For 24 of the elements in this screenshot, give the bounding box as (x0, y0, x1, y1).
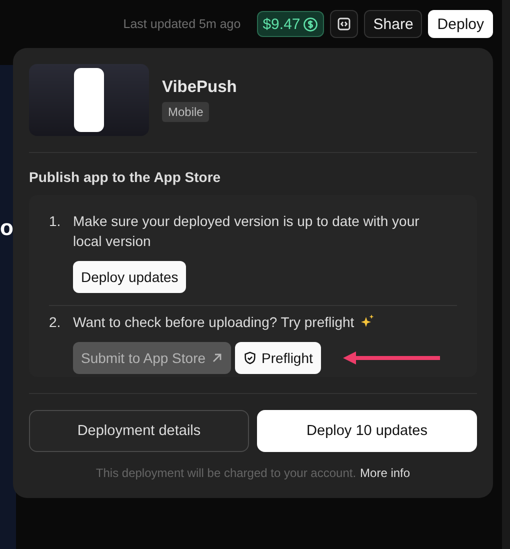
balance-badge[interactable]: $9.47 (256, 11, 324, 37)
code-button[interactable] (330, 10, 358, 38)
preflight-button[interactable]: Preflight (234, 342, 321, 374)
step-text: Want to check before uploading? Try preflight (73, 313, 354, 332)
background-text: o (0, 215, 14, 241)
arrow-up-right-icon (210, 352, 223, 364)
more-info-link[interactable]: More info (360, 466, 410, 480)
app-name: VibePush (162, 78, 237, 97)
deploy-updates-button[interactable]: Deploy 10 updates (257, 410, 477, 452)
step-number: 2. (49, 313, 62, 332)
step-number: 1. (49, 212, 62, 231)
platform-tag: Mobile (162, 102, 210, 122)
deploy-updates-button[interactable]: Deploy updates (73, 261, 186, 293)
shield-check-icon (242, 351, 257, 365)
phone-icon (74, 68, 104, 132)
step-text: Make sure your deployed version is up to date with your local version (73, 212, 420, 251)
dollar-circle-icon (303, 16, 318, 32)
last-updated-text: Last updated 5m ago (123, 17, 241, 31)
section-title: Publish app to the App Store (29, 169, 222, 185)
deployment-details-button[interactable]: Deployment details (29, 410, 249, 452)
deploy-button[interactable]: Deploy (428, 10, 493, 38)
charge-note: This deployment will be charged to your account. (96, 466, 356, 480)
code-icon (337, 17, 352, 31)
share-button[interactable]: Share (364, 10, 422, 38)
